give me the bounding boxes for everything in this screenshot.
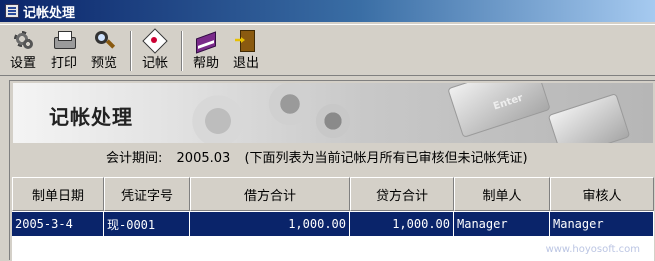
post-button[interactable]: 记帐 — [137, 29, 173, 73]
banner-decoration — [313, 101, 353, 141]
exit-label: 退出 — [232, 56, 259, 71]
settings-button[interactable]: 设置 — [6, 29, 40, 73]
toolbar-separator — [181, 31, 183, 71]
banner-title: 记帐处理 — [49, 105, 133, 129]
accounting-period: 会计期间: 2005.03 (下面列表为当前记帐月所有已审核但未记帐凭证) — [10, 147, 650, 166]
magnifier-icon — [92, 29, 116, 51]
column-header-credit-total[interactable]: 贷方合计 — [350, 177, 454, 211]
table-cell-reviewer[interactable]: Manager — [550, 212, 654, 236]
help-label: 帮助 — [192, 56, 219, 71]
print-button[interactable]: 打印 — [46, 29, 82, 73]
period-value: 2005.03 — [176, 151, 231, 166]
header-banner: Enter 记帐处理 — [13, 83, 653, 143]
table-cell-voucher-no[interactable]: 现-0001 — [104, 212, 190, 236]
column-header-reviewer[interactable]: 审核人 — [550, 177, 654, 211]
column-header-voucher-no[interactable]: 凭证字号 — [104, 177, 190, 211]
main-panel: Enter 记帐处理 会计期间: 2005.03 (下面列表为当前记帐月所有已审… — [9, 80, 655, 261]
print-label: 打印 — [50, 56, 77, 71]
banner-decoration — [263, 83, 317, 131]
column-header-date[interactable]: 制单日期 — [12, 177, 104, 211]
period-label: 会计期间: — [106, 151, 163, 166]
window-titlebar: 记帐处理 — [0, 0, 655, 22]
preview-label: 预览 — [90, 56, 117, 71]
column-header-debit-total[interactable]: 借方合计 — [190, 177, 350, 211]
post-label: 记帐 — [141, 56, 168, 71]
toolbar: 设置 打印 预览 记帐 帮助 退出 — [0, 24, 655, 76]
post-icon — [143, 29, 167, 51]
gear-icon — [11, 29, 35, 51]
column-header-preparer[interactable]: 制单人 — [454, 177, 550, 211]
table-cell-debit-total[interactable]: 1,000.00 — [190, 212, 350, 236]
printer-icon — [52, 29, 76, 51]
table-cell-preparer[interactable]: Manager — [454, 212, 550, 236]
book-icon — [194, 29, 218, 51]
period-note: (下面列表为当前记帐月所有已审核但未记帐凭证) — [244, 151, 528, 166]
banner-decoration — [188, 91, 248, 143]
exit-button[interactable]: 退出 — [228, 29, 264, 73]
toolbar-separator — [130, 31, 132, 71]
table-cell-date[interactable]: 2005-3-4 — [12, 212, 104, 236]
app-icon — [5, 4, 19, 18]
table-cell-credit-total[interactable]: 1,000.00 — [350, 212, 454, 236]
door-exit-icon — [234, 29, 258, 52]
preview-button[interactable]: 预览 — [86, 29, 122, 73]
watermark: www.hoyosoft.com — [545, 244, 640, 255]
voucher-table[interactable]: 制单日期 凭证字号 借方合计 贷方合计 制单人 审核人 2005-3-4 现-0… — [12, 177, 654, 261]
window-title: 记帐处理 — [23, 5, 76, 21]
key-decoration — [547, 93, 631, 143]
help-button[interactable]: 帮助 — [188, 29, 224, 73]
settings-label: 设置 — [9, 56, 36, 71]
